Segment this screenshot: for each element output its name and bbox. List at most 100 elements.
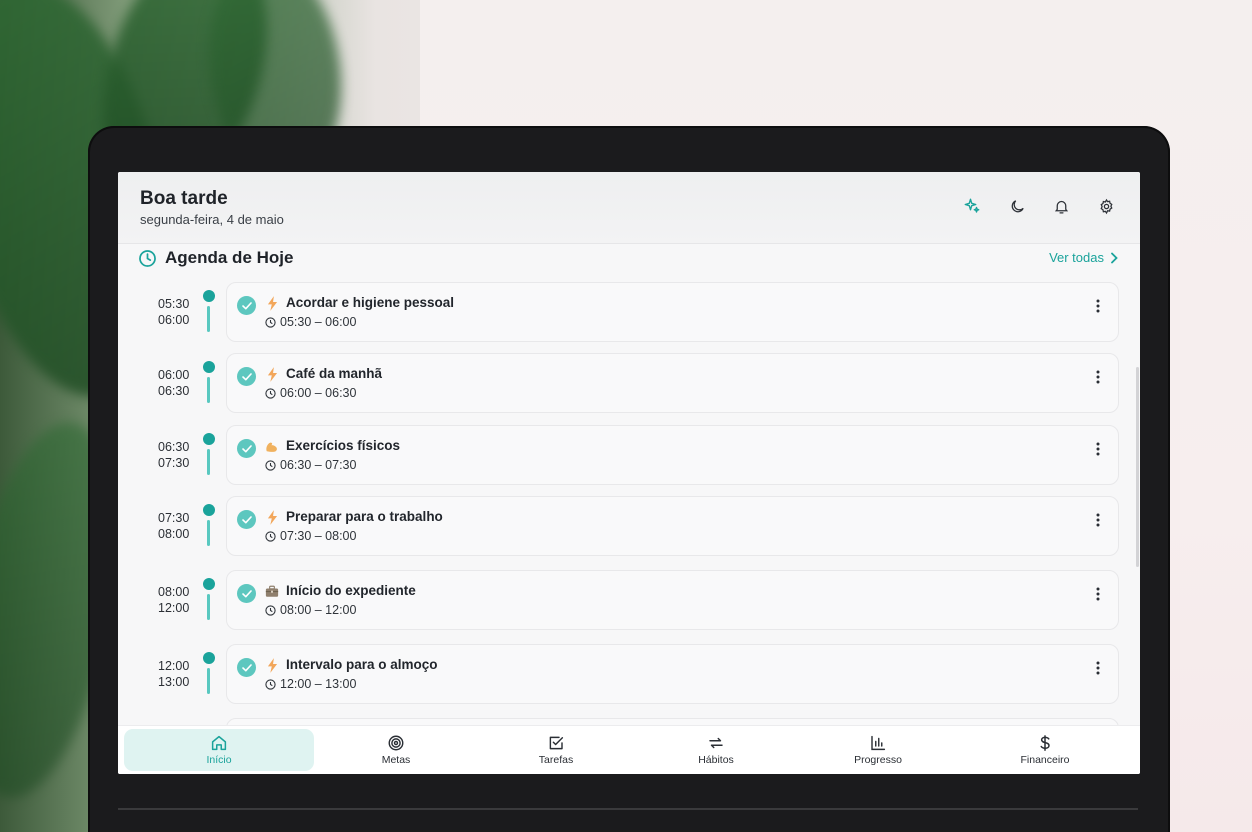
agenda-title: Agenda de Hoje [165,248,294,267]
time-slot: 07:30 08:00 [158,510,194,542]
task-title: Intervalo para o almoço [286,657,438,672]
clock-icon [265,530,276,542]
nav-label: Hábitos [698,754,734,766]
task-time-range: 08:00 – 12:00 [265,603,356,617]
home-icon [211,735,227,751]
clock-icon [265,459,276,471]
see-all-link[interactable]: Ver todas [1049,250,1118,265]
more-options-icon[interactable] [1094,659,1102,677]
nav-label: Tarefas [538,754,574,766]
time-range-label: 06:00 – 06:30 [280,386,357,400]
time-range-label: 12:00 – 13:00 [280,677,357,691]
end-time: 07:30 [158,456,190,470]
briefcase-icon [265,583,279,599]
timeline-dot [203,652,215,664]
more-options-icon[interactable] [1094,511,1102,529]
target-icon [388,735,404,751]
bar-chart-icon [871,735,886,751]
time-range-label: 05:30 – 06:00 [280,315,357,329]
bell-icon[interactable] [1049,194,1073,218]
nav-item-financeiro[interactable]: Financeiro [950,729,1140,771]
app-screen: Boa tarde segunda-feira, 4 de maio Agend… [118,172,1140,774]
clock-icon [265,316,276,328]
chevron-right-icon [1111,252,1118,263]
start-time: 06:00 [158,368,190,382]
check-circle-icon[interactable] [237,367,256,386]
time-range-label: 06:30 – 07:30 [280,458,357,472]
scrollbar[interactable] [1136,367,1139,567]
greeting: Boa tarde [140,188,228,209]
lightning-icon [265,295,279,311]
task-title: Acordar e higiene pessoal [286,295,455,310]
nav-label: Financeiro [1020,754,1070,766]
check-circle-icon[interactable] [237,510,256,529]
nav-item-progresso[interactable]: Progresso [783,729,973,771]
end-time: 13:00 [158,675,190,689]
more-options-icon[interactable] [1094,585,1102,603]
see-all-label: Ver todas [1049,250,1104,265]
check-circle-icon[interactable] [237,296,256,315]
time-slot: 08:00 12:00 [158,584,194,616]
nav-item-inicio[interactable]: Início [124,729,314,771]
laptop-edge [118,808,1138,810]
task-time-range: 07:30 – 08:00 [265,529,356,543]
time-slot: 06:30 07:30 [158,439,194,471]
task-title: Início do expediente [286,583,416,598]
clock-icon [265,387,276,399]
clock-icon [265,604,276,616]
end-time: 12:00 [158,601,190,615]
task-time-range: 06:00 – 06:30 [265,386,356,400]
task-time-range: 06:30 – 07:30 [265,458,356,472]
lightning-icon [265,509,279,525]
more-options-icon[interactable] [1094,368,1102,386]
timeline-line [207,594,210,620]
task-card[interactable]: Acordar e higiene pessoal 05:30 – 06:00 [226,282,1119,342]
check-circle-icon[interactable] [237,439,256,458]
clock-icon [265,678,276,690]
task-card[interactable]: Início do expediente 08:00 – 12:00 [226,570,1119,630]
agenda-item: 07:30 08:00 Preparar para o trabalho 07:… [118,496,1140,558]
timeline-line [207,668,210,694]
timeline-dot [203,433,215,445]
time-range-label: 07:30 – 08:00 [280,529,357,543]
gear-icon[interactable] [1094,194,1118,218]
nav-label: Progresso [854,754,902,766]
time-slot: 06:00 06:30 [158,367,194,399]
start-time: 12:00 [158,659,190,673]
check-circle-icon[interactable] [237,658,256,677]
app-header: Boa tarde segunda-feira, 4 de maio [118,172,1140,244]
agenda-item: 08:00 12:00 Início do expediente 08:00 –… [118,570,1140,632]
end-time: 06:00 [158,313,190,327]
more-options-icon[interactable] [1094,297,1102,315]
checkbox-icon [549,736,564,750]
current-date: segunda-feira, 4 de maio [140,212,284,227]
task-card[interactable]: Intervalo para o almoço 12:00 – 13:00 [226,644,1119,704]
task-card[interactable]: Exercícios físicos 06:30 – 07:30 [226,425,1119,485]
agenda-item: 06:00 06:30 Café da manhã 06:00 – 06:30 [118,353,1140,415]
start-time: 07:30 [158,511,190,525]
lightning-icon [265,366,279,382]
flexed-biceps-icon [265,438,279,454]
more-options-icon[interactable] [1094,440,1102,458]
timeline-dot [203,578,215,590]
start-time: 05:30 [158,297,190,311]
clock-icon [139,249,156,267]
lightning-icon [265,657,279,673]
timeline-line [207,520,210,546]
time-slot: 12:00 13:00 [158,658,194,690]
moon-icon[interactable] [1005,194,1029,218]
task-time-range: 05:30 – 06:00 [265,315,356,329]
task-title: Preparar para o trabalho [286,509,443,524]
timeline-line [207,449,210,475]
end-time: 06:30 [158,384,190,398]
sparkles-icon[interactable] [960,194,984,218]
timeline-dot [203,361,215,373]
task-card[interactable]: Preparar para o trabalho 07:30 – 08:00 [226,496,1119,556]
timeline-line [207,377,210,403]
task-card[interactable]: Café da manhã 06:00 – 06:30 [226,353,1119,413]
check-circle-icon[interactable] [237,584,256,603]
time-slot: 05:30 06:00 [158,296,194,328]
repeat-icon [709,737,723,749]
timeline-line [207,306,210,332]
timeline-dot [203,504,215,516]
